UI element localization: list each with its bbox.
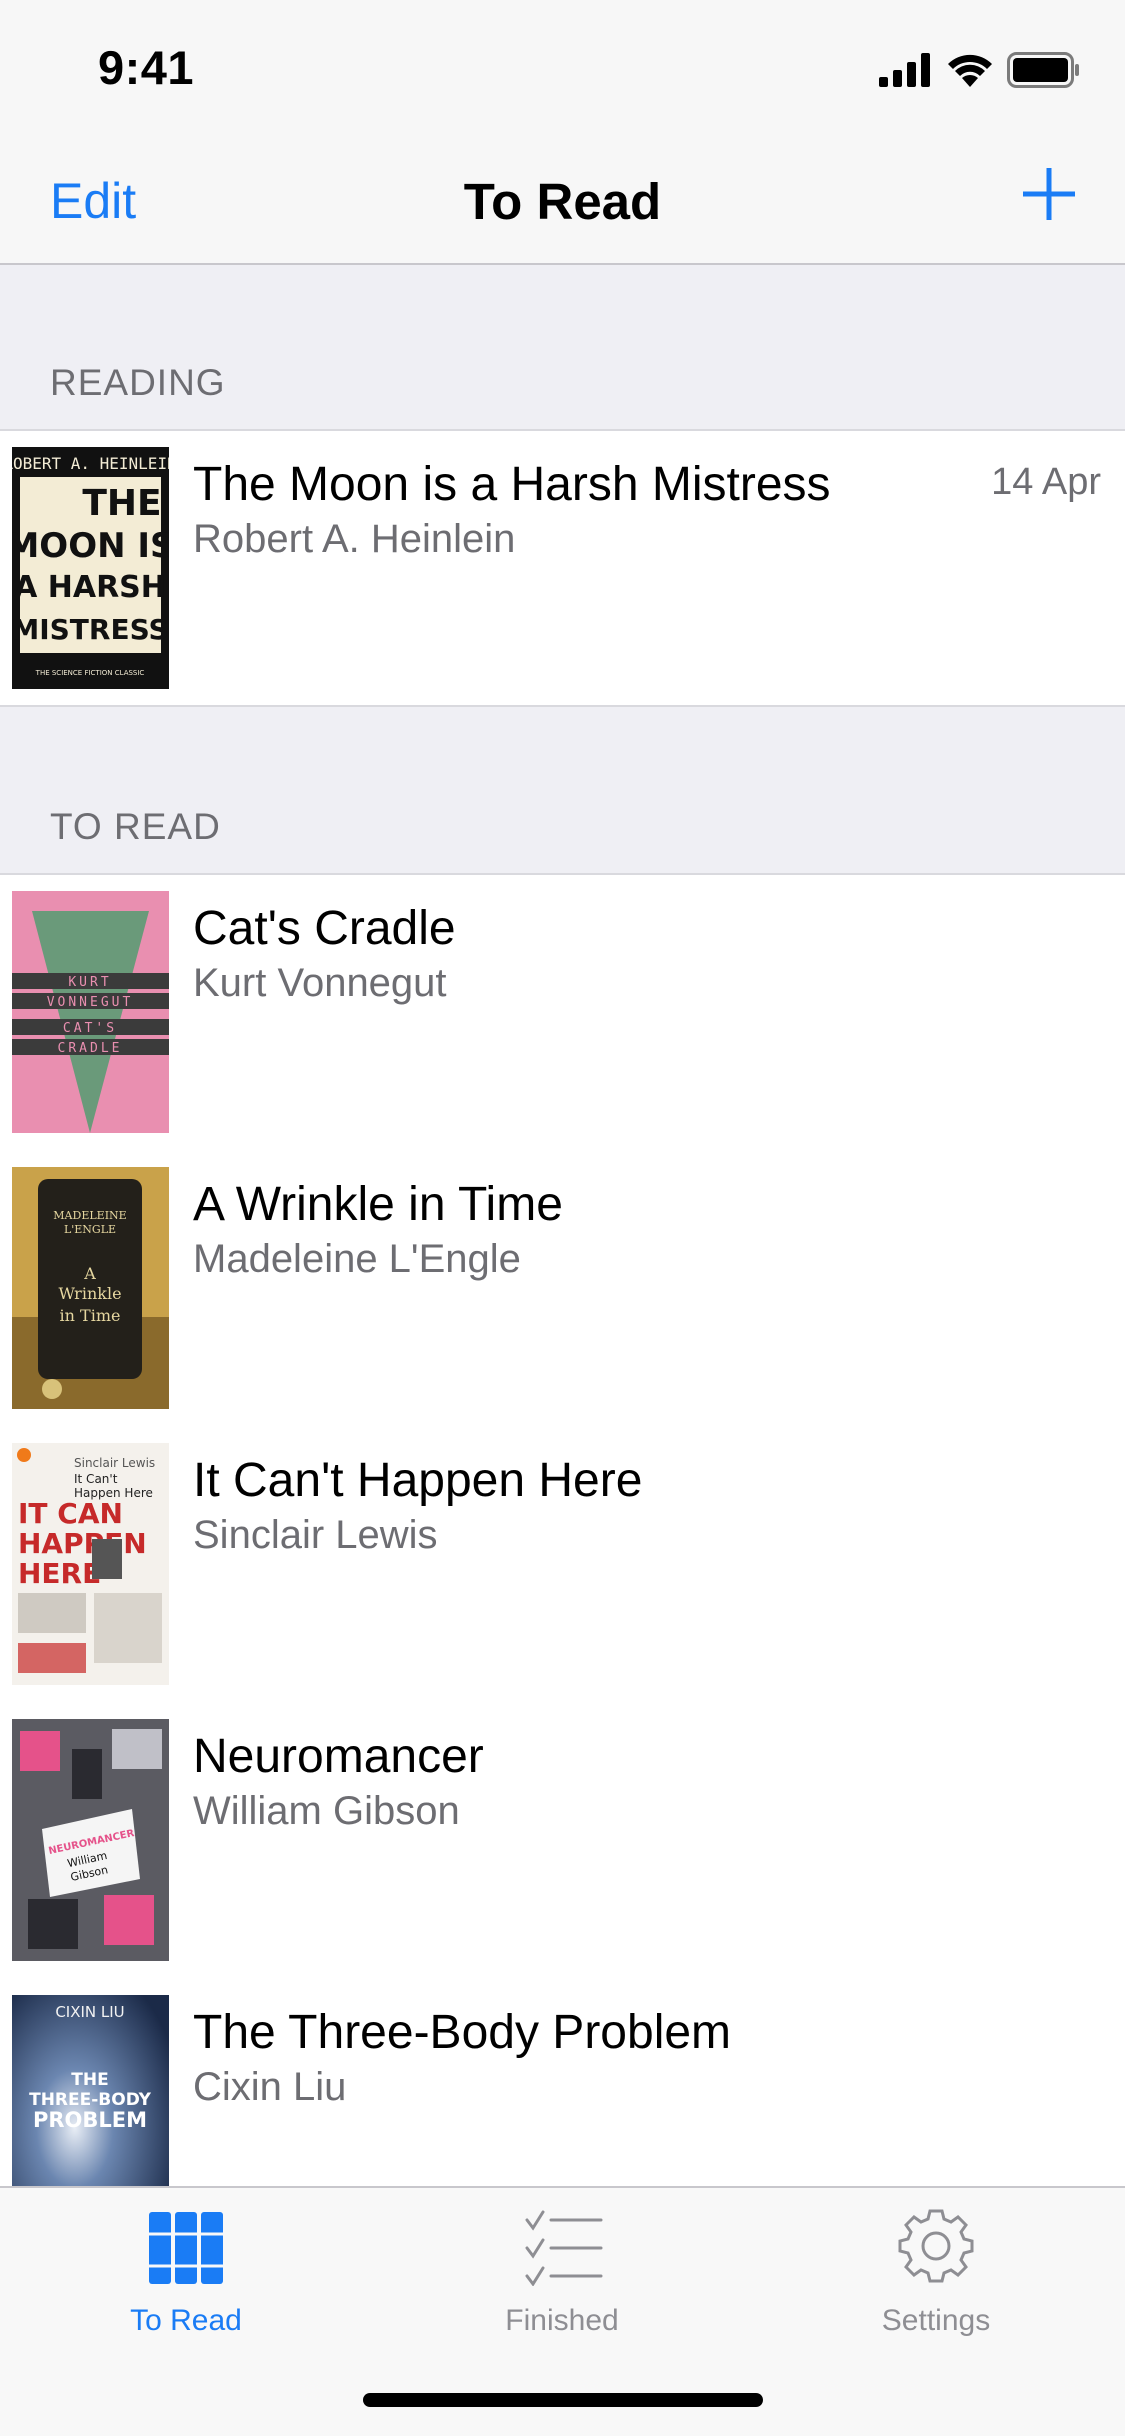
status-bar: 9:41 <box>0 0 1125 132</box>
status-time: 9:41 <box>98 41 195 94</box>
book-cover: KURT VONNEGUT CAT'S CRADLE <box>12 891 169 1133</box>
svg-text:MISTRESS: MISTRESS <box>12 613 169 646</box>
tab-label: To Read <box>130 2304 242 2337</box>
svg-text:MOON IS: MOON IS <box>12 526 169 566</box>
tab-label: Settings <box>881 2304 991 2337</box>
tab-bar: To Read Finished Settings <box>0 2186 1125 2436</box>
svg-text:L'ENGLE: L'ENGLE <box>64 1223 116 1236</box>
section-header-reading: READING <box>0 265 1125 430</box>
svg-text:A: A <box>83 1264 96 1283</box>
book-date: 14 Apr <box>991 461 1101 503</box>
book-row-wrinkle-in-time[interactable]: MADELEINE L'ENGLE A Wrinkle in Time A Wr… <box>0 1151 1125 1427</box>
book-title: A Wrinkle in Time <box>193 1178 563 1231</box>
svg-text:A HARSH: A HARSH <box>14 570 166 605</box>
books-icon <box>149 2212 223 2284</box>
book-author: Kurt Vonnegut <box>193 961 447 1005</box>
book-title: The Three-Body Problem <box>193 2006 732 2059</box>
book-row-cats-cradle[interactable]: KURT VONNEGUT CAT'S CRADLE Cat's Cradle … <box>0 875 1125 1151</box>
book-author: Cixin Liu <box>193 2065 347 2109</box>
book-row-it-cant-happen-here[interactable]: Sinclair Lewis It Can't Happen Here IT C… <box>0 1427 1125 1703</box>
svg-text:in Time: in Time <box>60 1306 121 1325</box>
book-author: Madeleine L'Engle <box>193 1237 521 1281</box>
book-row-moon-harsh-mistress[interactable]: ROBERT A. HEINLEIN THE MOON IS A HARSH M… <box>0 431 1125 707</box>
book-author: Sinclair Lewis <box>193 1513 438 1557</box>
tab-label: Finished <box>505 2304 619 2337</box>
book-author: William Gibson <box>193 1789 460 1833</box>
tab-to-read[interactable]: To Read <box>56 2206 316 2338</box>
tab-settings[interactable]: Settings <box>806 2206 1066 2338</box>
section-title-to-read: TO READ <box>50 806 221 847</box>
cover-author: ROBERT A. HEINLEIN <box>12 454 169 473</box>
checklist-icon <box>525 2210 603 2286</box>
battery-icon <box>1007 52 1079 88</box>
svg-text:VONNEGUT: VONNEGUT <box>47 995 134 1010</box>
svg-text:Wrinkle: Wrinkle <box>58 1284 121 1303</box>
svg-text:THREE-BODY: THREE-BODY <box>29 2090 151 2110</box>
svg-text:HAPPEN: HAPPEN <box>18 1527 147 1560</box>
home-indicator[interactable] <box>363 2393 763 2407</box>
svg-text:THE SCIENCE FICTION CLASSIC: THE SCIENCE FICTION CLASSIC <box>35 669 145 677</box>
section-header-to-read: TO READ <box>0 707 1125 874</box>
book-title: The Moon is a Harsh Mistress <box>193 458 831 511</box>
svg-text:THE: THE <box>82 483 161 524</box>
add-icon[interactable] <box>1021 166 1077 222</box>
wifi-icon <box>948 54 992 87</box>
book-cover: NEUROMANCER William Gibson <box>12 1719 169 1961</box>
svg-text:It Can't: It Can't <box>74 1472 118 1486</box>
svg-text:HERE: HERE <box>18 1557 101 1590</box>
book-cover: Sinclair Lewis It Can't Happen Here IT C… <box>12 1443 169 1685</box>
page-title: To Read <box>463 173 662 230</box>
svg-text:CIXIN LIU: CIXIN LIU <box>55 2003 124 2021</box>
svg-text:MADELEINE: MADELEINE <box>53 1209 126 1222</box>
svg-text:CRADLE: CRADLE <box>58 1041 123 1056</box>
svg-text:Sinclair Lewis: Sinclair Lewis <box>74 1456 155 1470</box>
book-row-neuromancer[interactable]: NEUROMANCER William Gibson Neuromancer W… <box>0 1703 1125 1979</box>
tab-finished[interactable]: Finished <box>432 2206 692 2338</box>
book-author: Robert A. Heinlein <box>193 517 516 561</box>
book-cover: ROBERT A. HEINLEIN THE MOON IS A HARSH M… <box>12 447 169 689</box>
signal-icon <box>879 53 930 87</box>
svg-text:IT CAN: IT CAN <box>18 1497 123 1530</box>
book-title: Neuromancer <box>193 1730 484 1783</box>
book-title: It Can't Happen Here <box>193 1454 643 1507</box>
gear-icon <box>898 2209 974 2283</box>
section-title-reading: READING <box>50 362 226 403</box>
svg-text:KURT: KURT <box>68 975 111 990</box>
navigation-bar: Edit To Read <box>0 132 1125 265</box>
status-icons <box>879 50 1081 90</box>
book-title: Cat's Cradle <box>193 902 456 955</box>
svg-text:CAT'S: CAT'S <box>63 1021 117 1036</box>
book-cover: MADELEINE L'ENGLE A Wrinkle in Time <box>12 1167 169 1409</box>
svg-text:THE: THE <box>71 2070 108 2090</box>
svg-text:PROBLEM: PROBLEM <box>33 2108 147 2132</box>
